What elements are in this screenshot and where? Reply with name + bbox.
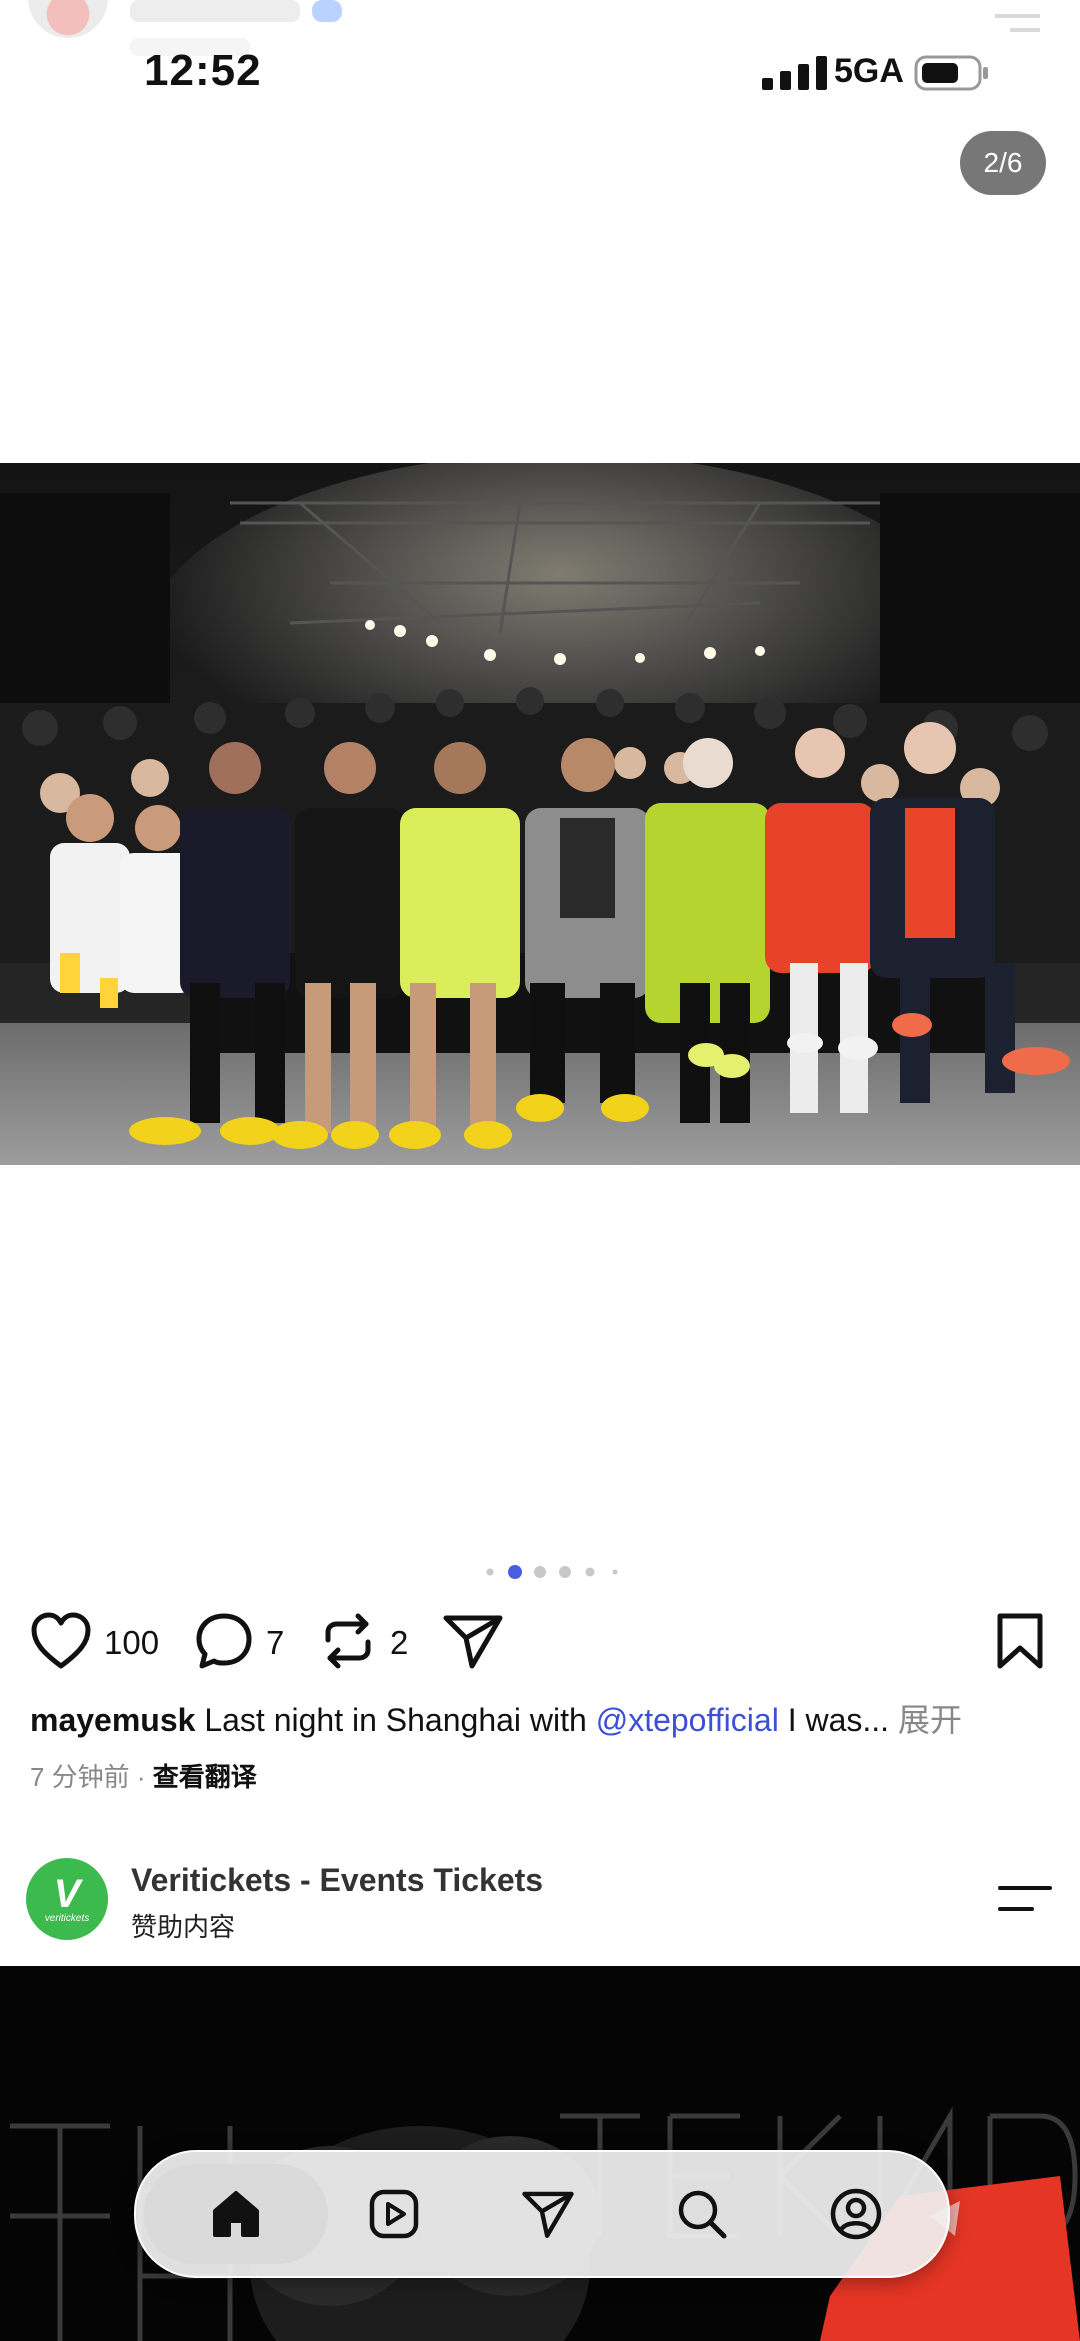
post-time: 7 分钟前 (30, 1762, 130, 1792)
status-time: 12:52 (144, 46, 262, 95)
network-type: 5GA (834, 52, 904, 90)
search-icon (678, 2190, 727, 2239)
post-photo[interactable] (0, 463, 1080, 1165)
sponsor-logo-letter: V (53, 1871, 81, 1916)
nav-reels[interactable] (334, 2164, 454, 2264)
nav-home[interactable] (144, 2164, 328, 2264)
like-count[interactable]: 100 (104, 1624, 159, 1662)
caption-text-truncated: I was... (778, 1702, 898, 1738)
reels-icon (369, 2189, 419, 2239)
sponsor-name[interactable]: Veritickets - Events Tickets (131, 1862, 543, 1899)
bookmark-icon[interactable] (996, 1612, 1044, 1670)
more-options-icon[interactable] (998, 1883, 1052, 1913)
send-icon[interactable] (442, 1612, 504, 1670)
nav-search[interactable] (642, 2164, 762, 2264)
send-icon (522, 2191, 574, 2238)
comment-icon[interactable] (194, 1612, 254, 1670)
sponsor-avatar[interactable]: V veritickets (26, 1858, 108, 1940)
repost-icon[interactable] (320, 1612, 376, 1670)
caption-mention[interactable]: @xtepofficial (596, 1702, 779, 1738)
scrolled-verified-icon (312, 0, 342, 22)
nav-profile[interactable] (796, 2164, 916, 2264)
repost-count[interactable]: 2 (390, 1624, 408, 1662)
battery-icon (914, 55, 988, 91)
sponsored-label: 赞助内容 (131, 1912, 236, 1942)
caption-username[interactable]: mayemusk (30, 1702, 195, 1738)
comment-count[interactable]: 7 (266, 1624, 284, 1662)
image-counter: 2/6 (960, 131, 1046, 195)
caption-text: Last night in Shanghai with (195, 1702, 596, 1738)
see-translation-link[interactable]: 查看翻译 (153, 1762, 257, 1792)
scrolled-username (130, 0, 300, 22)
home-icon (213, 2191, 259, 2237)
signal-icon (762, 56, 827, 90)
profile-icon (830, 2188, 882, 2240)
scrolled-menu-icon (995, 14, 1040, 32)
post-meta: 7 分钟前 · 查看翻译 (30, 1757, 257, 1794)
nav-messages[interactable] (488, 2164, 608, 2264)
post-caption: mayemusk Last night in Shanghai with @xt… (30, 1700, 1060, 1740)
meta-separator: · (129, 1762, 153, 1792)
carousel-dots (486, 1565, 618, 1579)
heart-icon[interactable] (30, 1612, 92, 1670)
sponsor-logo-word: veritickets (44, 1912, 90, 1924)
post-actions: 100 7 2 (0, 1600, 1080, 1684)
bottom-nav (134, 2150, 950, 2278)
expand-caption-link[interactable]: 展开 (898, 1702, 962, 1738)
